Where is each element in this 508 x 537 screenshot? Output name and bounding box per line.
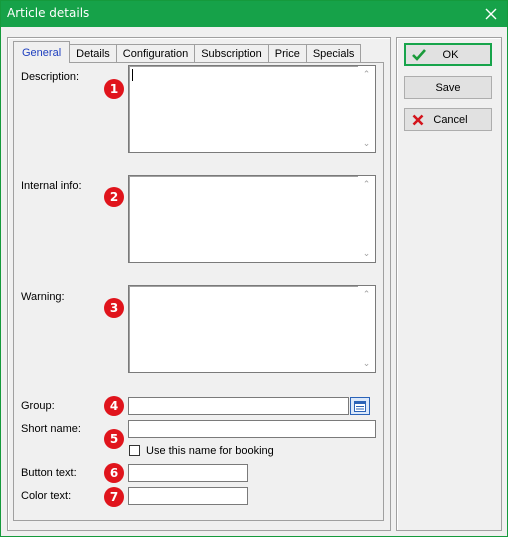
internal-info-scrollbar[interactable]: ⌃ ⌄	[358, 176, 375, 262]
group-picker-button[interactable]	[350, 397, 370, 415]
scroll-up-icon[interactable]: ⌃	[362, 70, 371, 79]
description-label: Description:	[21, 71, 80, 83]
marker-6: 6	[104, 463, 124, 483]
tab-label: Specials	[312, 48, 355, 60]
window-title: Article details	[7, 6, 90, 20]
cancel-button[interactable]: Cancel	[404, 108, 492, 131]
checkmark-icon	[409, 48, 429, 61]
scroll-down-icon[interactable]: ⌄	[362, 359, 371, 368]
tab-strip: General Details Configuration Subscripti…	[13, 41, 362, 63]
button-text-label: Button text:	[21, 467, 77, 479]
button-text-input[interactable]	[128, 464, 248, 482]
marker-1: 1	[104, 79, 124, 99]
save-button-label: Save	[435, 81, 461, 94]
tab-price[interactable]: Price	[267, 44, 307, 63]
group-label: Group:	[21, 400, 55, 412]
list-picker-icon	[354, 400, 366, 412]
ok-button-label: OK	[442, 48, 459, 61]
tab-label: Subscription	[201, 48, 262, 60]
close-icon	[485, 8, 497, 20]
warning-label: Warning:	[21, 291, 65, 303]
marker-4: 4	[104, 396, 124, 416]
use-name-for-booking-label: Use this name for booking	[146, 445, 274, 457]
use-name-for-booking-checkbox[interactable]	[129, 445, 140, 456]
cancel-x-icon	[408, 114, 428, 126]
scroll-up-icon[interactable]: ⌃	[362, 290, 371, 299]
marker-5: 5	[104, 429, 124, 449]
tab-subscription[interactable]: Subscription	[194, 44, 269, 63]
tab-label: Price	[274, 48, 300, 60]
description-scrollbar[interactable]: ⌃ ⌄	[358, 66, 375, 152]
description-textarea[interactable]: ⌃ ⌄	[128, 65, 376, 153]
tab-label: Details	[76, 48, 110, 60]
internal-info-label: Internal info:	[21, 180, 82, 192]
short-name-label: Short name:	[21, 423, 81, 435]
scroll-down-icon[interactable]: ⌄	[362, 249, 371, 258]
warning-textarea[interactable]: ⌃ ⌄	[128, 285, 376, 373]
article-details-window: Article details General Details Configur…	[0, 0, 508, 537]
tab-label: General	[22, 46, 62, 59]
marker-3: 3	[104, 298, 124, 318]
save-button[interactable]: Save	[404, 76, 492, 99]
tab-label: Configuration	[122, 48, 189, 60]
cancel-button-label: Cancel	[433, 113, 468, 126]
close-button[interactable]	[475, 1, 507, 27]
title-bar: Article details	[1, 1, 507, 27]
tab-specials[interactable]: Specials	[305, 44, 362, 63]
marker-7: 7	[104, 487, 124, 507]
group-input[interactable]	[128, 397, 349, 415]
dialog-client: General Details Configuration Subscripti…	[1, 27, 507, 536]
scroll-up-icon[interactable]: ⌃	[362, 180, 371, 189]
short-name-input[interactable]	[128, 420, 376, 438]
internal-info-textarea[interactable]: ⌃ ⌄	[128, 175, 376, 263]
text-caret	[132, 69, 133, 81]
warning-scrollbar[interactable]: ⌃ ⌄	[358, 286, 375, 372]
tab-general[interactable]: General	[13, 41, 71, 63]
tab-configuration[interactable]: Configuration	[115, 44, 196, 63]
ok-button[interactable]: OK	[404, 43, 492, 66]
scroll-down-icon[interactable]: ⌄	[362, 139, 371, 148]
color-text-label: Color text:	[21, 490, 72, 502]
color-text-input[interactable]	[128, 487, 248, 505]
tab-details[interactable]: Details	[69, 44, 117, 63]
marker-2: 2	[104, 187, 124, 207]
